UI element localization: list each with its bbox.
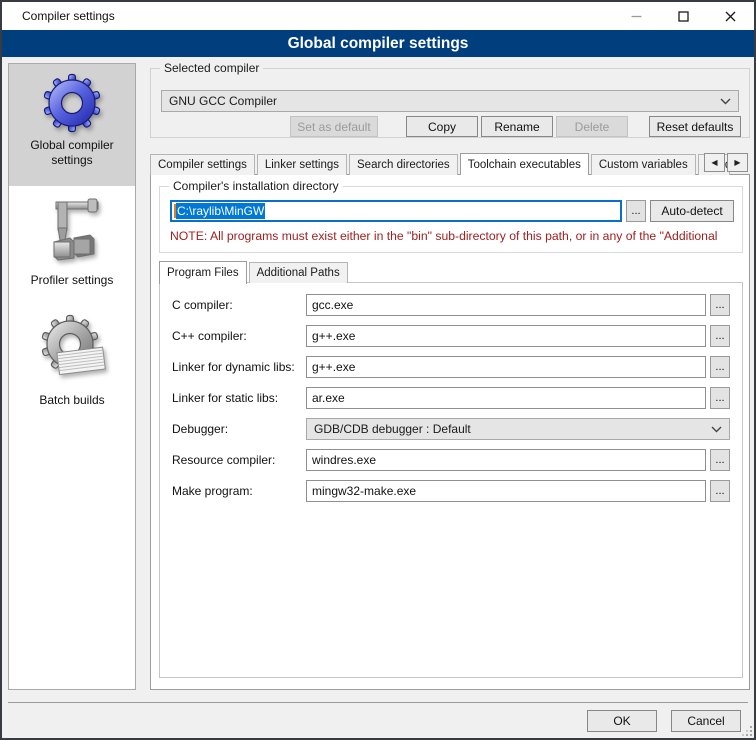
- tab-scroll-left-button[interactable]: ◀: [704, 153, 725, 172]
- maximize-icon: [678, 11, 689, 22]
- tab-compiler-settings[interactable]: Compiler settings: [150, 154, 255, 175]
- browse-resource-compiler-button[interactable]: ...: [710, 449, 730, 471]
- set-as-default-button[interactable]: Set as default: [290, 116, 378, 137]
- sidebar-item-batch-builds[interactable]: Batch builds: [9, 310, 135, 422]
- rename-button[interactable]: Rename: [481, 116, 553, 137]
- field-row-c-compiler: C compiler: ...: [172, 294, 730, 316]
- resize-grip[interactable]: [741, 725, 753, 737]
- minimize-button[interactable]: [613, 2, 660, 30]
- tab-scroll-controls: ◀ ▶: [702, 153, 748, 172]
- sidebar-item-profiler-settings[interactable]: Profiler settings: [9, 192, 135, 296]
- compiler-select[interactable]: GNU GCC Compiler: [161, 90, 739, 112]
- chevron-down-icon: [720, 98, 731, 105]
- make-program-input[interactable]: [306, 480, 706, 502]
- selected-compiler-group: Selected compiler GNU GCC Compiler Set a…: [150, 68, 750, 138]
- cpp-compiler-input[interactable]: [306, 325, 706, 347]
- compiler-buttons-row: Set as default Copy Rename Delete Reset …: [151, 116, 751, 137]
- tab-linker-settings[interactable]: Linker settings: [257, 154, 347, 175]
- browse-directory-button[interactable]: ...: [626, 200, 646, 222]
- tab-custom-variables[interactable]: Custom variables: [591, 154, 696, 175]
- chevron-down-icon: [711, 426, 722, 433]
- field-row-cpp-compiler: C++ compiler: ...: [172, 325, 730, 347]
- program-files-panel: C compiler: ... C++ compiler: ... Linker…: [159, 282, 743, 678]
- field-label: Linker for static libs:: [172, 391, 306, 405]
- group-legend: Compiler's installation directory: [169, 179, 343, 193]
- installation-directory-row: C:\raylib\MinGW ... Auto-detect: [170, 200, 734, 222]
- caption-buttons: [613, 2, 754, 30]
- tab-program-files[interactable]: Program Files: [159, 261, 247, 284]
- delete-button[interactable]: Delete: [556, 116, 628, 137]
- installation-directory-input[interactable]: C:\raylib\MinGW: [170, 200, 622, 222]
- auto-detect-button[interactable]: Auto-detect: [650, 200, 734, 222]
- ok-button[interactable]: OK: [587, 710, 657, 732]
- installation-directory-value: C:\raylib\MinGW: [176, 203, 265, 219]
- cancel-button[interactable]: Cancel: [671, 710, 741, 732]
- window-title: Compiler settings: [2, 9, 115, 23]
- sidebar-item-label: Global compiler settings: [13, 138, 131, 168]
- static-linker-input[interactable]: [306, 387, 706, 409]
- installation-directory-group: Compiler's installation directory C:\ray…: [159, 186, 743, 253]
- sidebar-item-global-compiler-settings[interactable]: Global compiler settings: [9, 64, 135, 186]
- files-tab-strip: Program Files Additional Paths: [159, 260, 743, 283]
- minimize-icon: [631, 11, 642, 22]
- field-label: Linker for dynamic libs:: [172, 360, 306, 374]
- browse-static-linker-button[interactable]: ...: [710, 387, 730, 409]
- field-row-static-linker: Linker for static libs: ...: [172, 387, 730, 409]
- field-row-debugger: Debugger: GDB/CDB debugger : Default: [172, 418, 730, 440]
- tab-additional-paths[interactable]: Additional Paths: [249, 262, 348, 283]
- toolchain-executables-panel: Compiler's installation directory C:\ray…: [150, 174, 750, 690]
- left-arrow-icon: ◀: [711, 158, 717, 167]
- sidebar-item-label: Batch builds: [13, 393, 131, 408]
- field-label: Debugger:: [172, 422, 306, 436]
- footer-divider: [8, 702, 748, 703]
- compiler-select-value: GNU GCC Compiler: [169, 94, 720, 108]
- field-row-dynamic-linker: Linker for dynamic libs: ...: [172, 356, 730, 378]
- debugger-select-value: GDB/CDB debugger : Default: [314, 422, 711, 436]
- right-arrow-icon: ▶: [734, 158, 740, 167]
- sidebar-item-label: Profiler settings: [13, 273, 131, 288]
- compiler-settings-dialog: Compiler settings Global compiler settin…: [0, 0, 756, 740]
- reset-defaults-button[interactable]: Reset defaults: [649, 116, 741, 137]
- close-icon: [725, 11, 736, 22]
- field-label: Resource compiler:: [172, 453, 306, 467]
- browse-c-compiler-button[interactable]: ...: [710, 294, 730, 316]
- gray-gear-stack-icon: [36, 312, 108, 390]
- field-label: Make program:: [172, 484, 306, 498]
- browse-make-program-button[interactable]: ...: [710, 480, 730, 502]
- copy-button[interactable]: Copy: [406, 116, 478, 137]
- c-compiler-input[interactable]: [306, 294, 706, 316]
- tab-scroll-right-button[interactable]: ▶: [727, 153, 748, 172]
- dynamic-linker-input[interactable]: [306, 356, 706, 378]
- close-button[interactable]: [707, 2, 754, 30]
- debugger-select[interactable]: GDB/CDB debugger : Default: [306, 418, 730, 440]
- field-label: C compiler:: [172, 298, 306, 312]
- group-legend: Selected compiler: [160, 61, 263, 75]
- resource-compiler-input[interactable]: [306, 449, 706, 471]
- field-row-resource-compiler: Resource compiler: ...: [172, 449, 730, 471]
- browse-dynamic-linker-button[interactable]: ...: [710, 356, 730, 378]
- settings-sidebar: Global compiler settings: [8, 63, 136, 690]
- field-label: C++ compiler:: [172, 329, 306, 343]
- browse-cpp-compiler-button[interactable]: ...: [710, 325, 730, 347]
- settings-tab-strip: Compiler settings Linker settings Search…: [150, 152, 750, 175]
- field-row-make-program: Make program: ...: [172, 480, 730, 502]
- tab-toolchain-executables[interactable]: Toolchain executables: [460, 153, 589, 175]
- page-title: Global compiler settings: [2, 30, 754, 57]
- note-text: NOTE: All programs must exist either in …: [170, 229, 736, 243]
- tab-search-directories[interactable]: Search directories: [349, 154, 458, 175]
- titlebar: Compiler settings: [2, 2, 754, 30]
- maximize-button[interactable]: [660, 2, 707, 30]
- caliper-icon: [40, 194, 104, 270]
- blue-gear-icon: [40, 71, 104, 135]
